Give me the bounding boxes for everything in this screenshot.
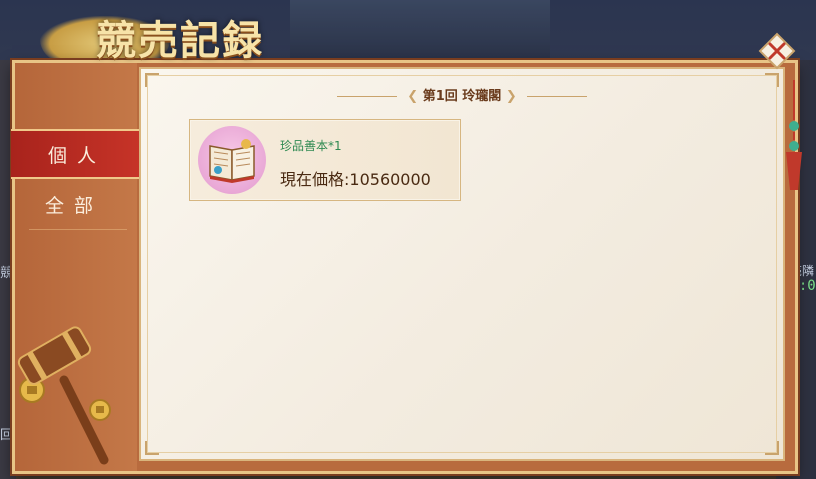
tab-all[interactable]: 全部 xyxy=(11,181,137,227)
record-card[interactable]: 珍品善本*1 現在価格:10560000 xyxy=(189,119,461,201)
tab-personal-label: 個人 xyxy=(47,144,106,167)
price-label: 現在価格: xyxy=(280,170,350,189)
close-icon xyxy=(758,32,796,70)
sidebar-divider xyxy=(29,229,127,230)
tab-personal[interactable]: 個人 xyxy=(11,129,159,179)
book-icon xyxy=(198,126,266,194)
tab-all-label: 全部 xyxy=(44,194,103,217)
round-title: 第1回 玲瓏閣 xyxy=(422,89,502,104)
price-value: 10560000 xyxy=(349,170,431,189)
chevron-right-icon: ❯ xyxy=(505,89,517,104)
close-button[interactable] xyxy=(758,32,796,70)
item-price: 現在価格:10560000 xyxy=(280,166,431,190)
gavel-icon xyxy=(17,326,111,465)
item-name: 珍品善本*1 xyxy=(280,139,342,153)
corner-ornament xyxy=(145,441,159,455)
record-list-area: ❮ 第1回 玲瓏閣 ❯ 珍品善本*1 現在価格:10560000 xyxy=(139,67,785,461)
header-line-right xyxy=(527,96,588,97)
background-building xyxy=(290,0,550,64)
page-title: 競売記録 xyxy=(96,17,264,64)
round-header: ❮ 第1回 玲瓏閣 ❯ xyxy=(141,85,783,104)
auction-record-panel: 個人 全部 ❮ 第1回 玲瓏閣 ❯ 珍品善本*1 現在価格:10560000 xyxy=(11,60,798,474)
chevron-left-icon: ❮ xyxy=(407,89,419,104)
header-line-left xyxy=(336,96,397,97)
tassel-decoration xyxy=(786,80,802,190)
corner-ornament xyxy=(765,441,779,455)
